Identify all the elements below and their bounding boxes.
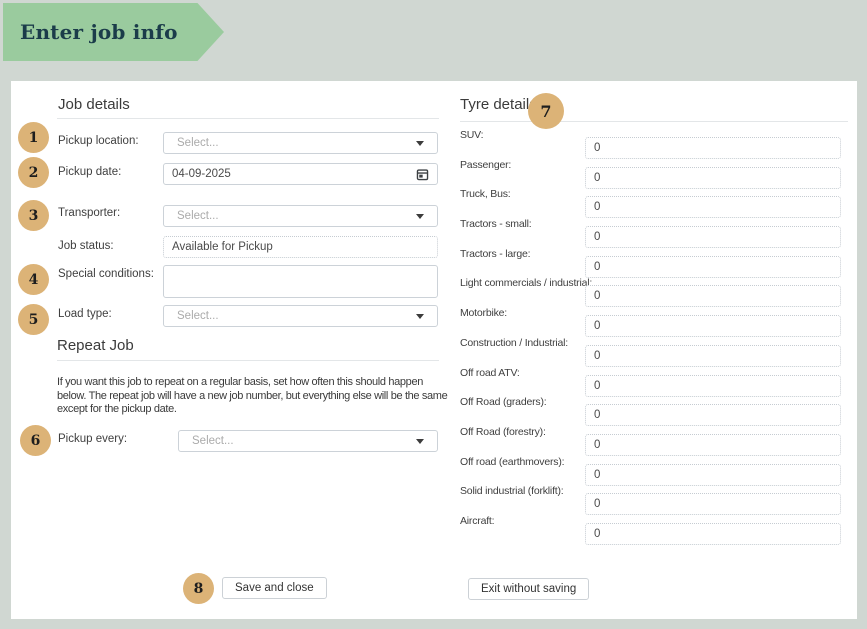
tyre-row: Passenger: <box>460 159 852 189</box>
pickup-location-select[interactable]: Select... <box>163 132 438 154</box>
tyre-row: Solid industrial (forklift): <box>460 485 852 516</box>
tyre-row-label: Off Road (graders): <box>460 396 547 409</box>
chevron-down-icon <box>416 213 424 219</box>
tyre-row-label: Motorbike: <box>460 307 508 320</box>
tyre-row-label: Tractors - large: <box>460 247 531 260</box>
tyre-count-input[interactable] <box>585 433 841 456</box>
tyre-count-input[interactable] <box>585 315 841 338</box>
tyre-row: Off road ATV: <box>460 367 852 397</box>
pickup-every-label: Pickup every: <box>58 433 128 445</box>
tyre-count-input[interactable] <box>585 522 841 545</box>
save-and-close-button[interactable]: Save and close <box>222 577 327 599</box>
tyre-row: Off Road (forestry): <box>460 426 852 456</box>
tyre-row: Truck, Bus: <box>460 188 852 219</box>
tyre-row: Off road (earthmovers): <box>460 456 852 486</box>
chevron-down-icon <box>416 438 424 444</box>
page-title: Enter job info <box>20 20 178 44</box>
pickup-every-placeholder: Select... <box>192 435 234 447</box>
tyre-row: Tractors - large: <box>460 248 852 278</box>
tyre-row-label: Off road ATV: <box>460 366 520 379</box>
transporter-select[interactable]: Select... <box>163 205 438 227</box>
tyre-row-label: Passenger: <box>460 158 512 171</box>
tyre-row-label: Construction / Industrial: <box>460 336 569 349</box>
tyre-details-divider <box>460 121 848 122</box>
repeat-job-divider <box>57 360 439 361</box>
tyre-rows: SUV: Passenger: Truck, Bus: Tractors - s… <box>460 129 852 553</box>
tyre-row-label: Solid industrial (forklift): <box>460 485 564 498</box>
job-status-label: Job status: <box>58 240 114 252</box>
chevron-down-icon <box>416 140 424 146</box>
pickup-date-label: Pickup date: <box>58 166 122 178</box>
tyre-count-input[interactable] <box>585 166 841 189</box>
tyre-row-label: Light commercials / industrial: <box>460 277 593 290</box>
page: Enter job info Job details 1 Pickup loca… <box>0 0 867 629</box>
tyre-row: Light commercials / industrial: <box>460 277 852 308</box>
tyre-row-label: Off road (earthmovers): <box>460 455 565 468</box>
page-header-banner: Enter job info <box>3 3 224 61</box>
tyre-details-heading: Tyre details <box>460 96 537 113</box>
tyre-row: Motorbike: <box>460 307 852 338</box>
tyre-row-label: SUV: <box>460 129 484 141</box>
pickup-every-select[interactable]: Select... <box>178 430 438 452</box>
repeat-job-heading: Repeat Job <box>57 337 134 354</box>
pickup-date-input[interactable] <box>163 163 438 185</box>
tyre-row: Aircraft: <box>460 515 852 545</box>
chevron-down-icon <box>416 313 424 319</box>
pickup-location-label: Pickup location: <box>58 135 139 147</box>
tyre-count-input[interactable] <box>585 463 841 486</box>
step-badge-2: 2 <box>18 157 49 188</box>
exit-without-saving-button[interactable]: Exit without saving <box>468 578 590 600</box>
tyre-count-input[interactable] <box>585 493 841 516</box>
tyre-count-input[interactable] <box>585 344 841 367</box>
tyre-row-label: Tractors - small: <box>460 218 532 231</box>
job-status-input[interactable] <box>163 236 438 258</box>
tyre-count-input[interactable] <box>585 255 841 278</box>
repeat-job-description: If you want this job to repeat on a regu… <box>57 376 448 415</box>
tyre-count-input[interactable] <box>585 137 841 159</box>
step-badge-4: 4 <box>18 264 49 295</box>
special-conditions-label: Special conditions: <box>58 268 154 280</box>
load-type-select[interactable]: Select... <box>163 305 438 327</box>
job-details-divider <box>57 118 439 119</box>
tyre-row: SUV: <box>460 129 852 159</box>
job-details-heading: Job details <box>58 96 130 113</box>
tyre-count-input[interactable] <box>585 226 841 249</box>
tyre-count-input[interactable] <box>585 374 841 397</box>
step-badge-7: 7 <box>528 93 564 129</box>
tyre-row-label: Aircraft: <box>460 514 495 527</box>
tyre-row: Off Road (graders): <box>460 396 852 427</box>
transporter-placeholder: Select... <box>177 210 219 222</box>
load-type-placeholder: Select... <box>177 310 219 322</box>
transporter-label: Transporter: <box>58 207 121 219</box>
pickup-date-value[interactable] <box>164 168 416 180</box>
tyre-count-input[interactable] <box>585 404 841 427</box>
calendar-icon[interactable] <box>416 168 429 181</box>
step-badge-5: 5 <box>18 304 49 335</box>
tyre-row: Construction / Industrial: <box>460 337 852 367</box>
form-panel: Job details 1 Pickup location: Select...… <box>11 81 857 619</box>
step-badge-1: 1 <box>18 122 49 153</box>
load-type-label: Load type: <box>58 308 112 320</box>
special-conditions-textarea[interactable] <box>163 265 438 298</box>
tyre-row-label: Truck, Bus: <box>460 188 511 201</box>
tyre-row-label: Off Road (forestry): <box>460 425 546 438</box>
tyre-count-input[interactable] <box>585 196 841 219</box>
step-badge-8: 8 <box>183 573 214 604</box>
step-badge-3: 3 <box>18 200 49 231</box>
tyre-count-input[interactable] <box>585 285 841 308</box>
step-badge-6: 6 <box>20 425 51 456</box>
pickup-location-placeholder: Select... <box>177 137 219 149</box>
tyre-row: Tractors - small: <box>460 218 852 249</box>
